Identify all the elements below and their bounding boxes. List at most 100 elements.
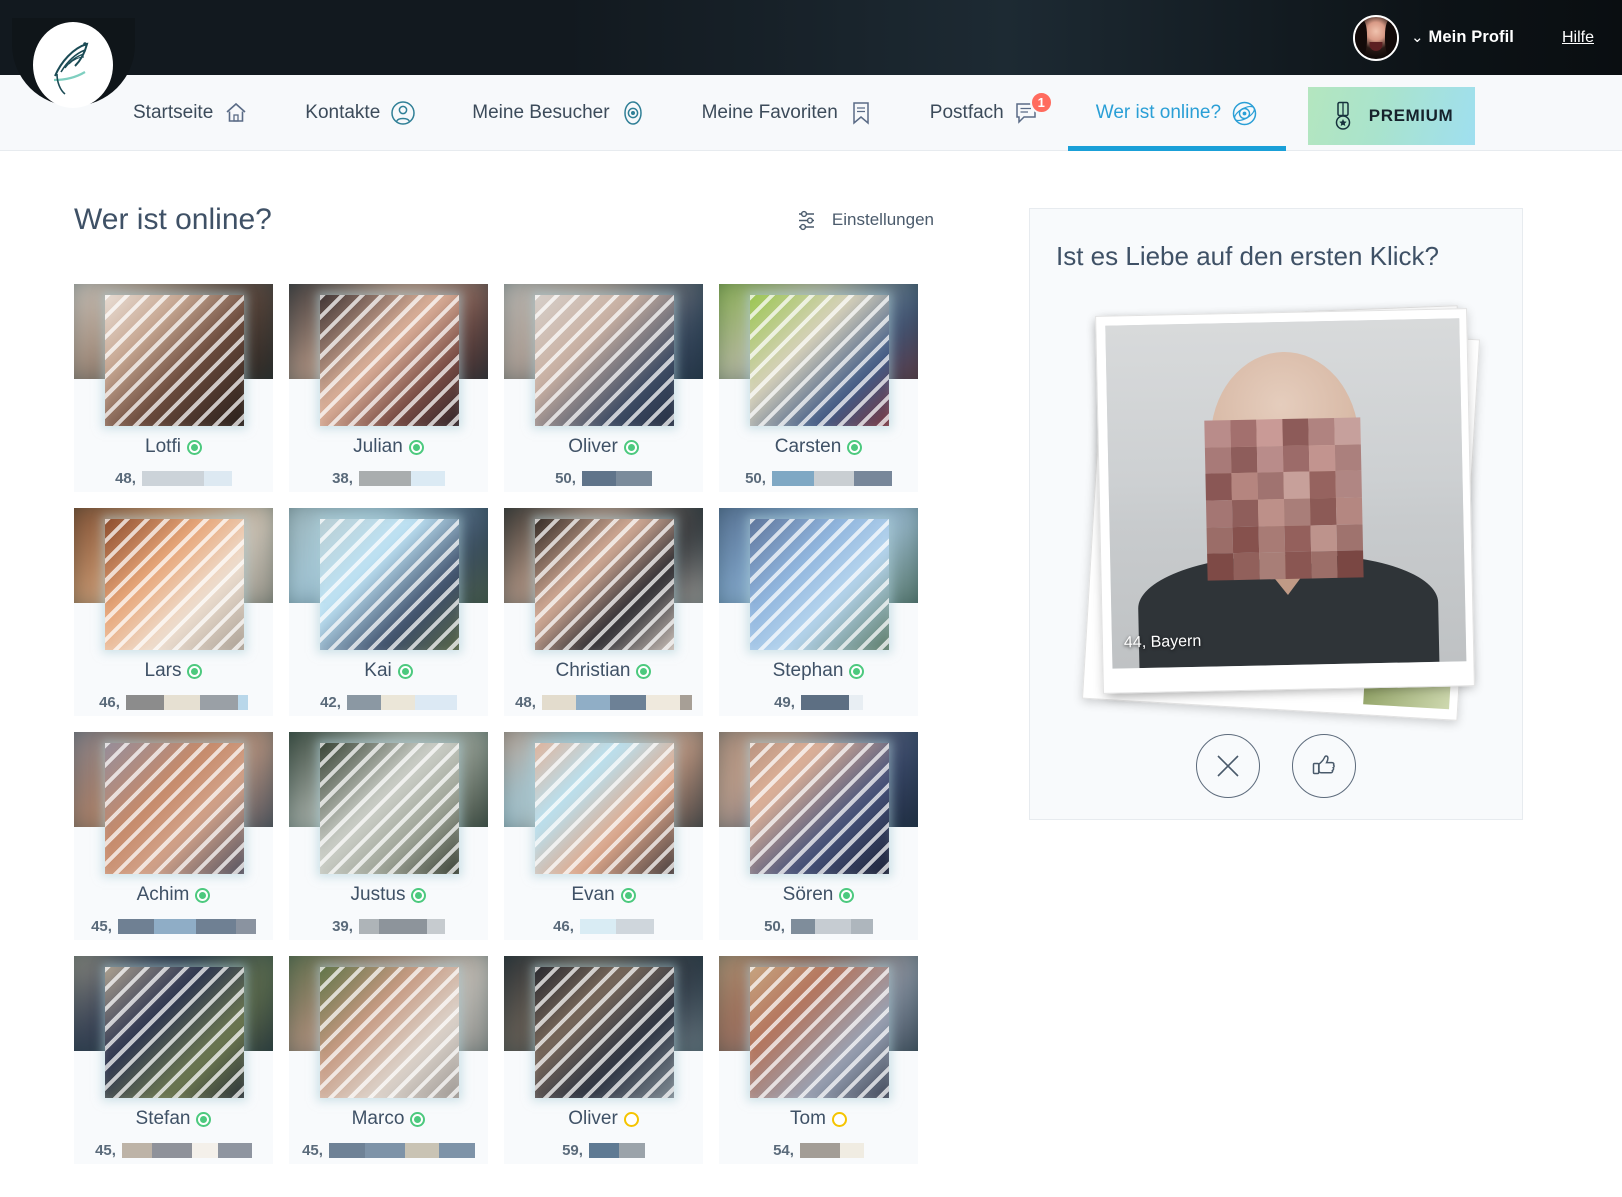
- profile-card[interactable]: Kai 42,: [289, 508, 488, 716]
- nav-item-postfach[interactable]: Postfach 1: [902, 75, 1068, 151]
- profile-thumbnail[interactable]: [535, 743, 674, 874]
- pixel-block: [1335, 497, 1363, 525]
- online-profiles-grid: Lotfi 48, Julian 38, Oliver 50, Carsten 50, Lars…: [74, 284, 936, 1164]
- avatar[interactable]: [1352, 14, 1399, 61]
- redaction-block: [848, 695, 863, 710]
- status-online-icon: [410, 1111, 426, 1127]
- redaction-block: [645, 695, 680, 710]
- medal-icon: [1330, 101, 1356, 131]
- profile-thumbnail[interactable]: [320, 519, 459, 650]
- premium-button[interactable]: PREMIUM: [1308, 87, 1475, 145]
- nav-item-kontakte[interactable]: Kontakte: [277, 75, 444, 151]
- redaction-block: [141, 471, 204, 486]
- profile-age: 59,: [562, 1142, 583, 1159]
- nav-item-startseite[interactable]: Startseite: [133, 75, 277, 151]
- profile-card[interactable]: Christian 48,: [504, 508, 703, 716]
- profile-thumbnail[interactable]: [105, 967, 244, 1098]
- status-online-icon: [847, 439, 863, 455]
- profile-card[interactable]: Carsten 50,: [719, 284, 918, 492]
- profile-thumbnail[interactable]: [750, 519, 889, 650]
- redaction-block: [609, 695, 646, 710]
- like-button[interactable]: [1292, 734, 1356, 798]
- profile-name: Christian: [555, 660, 631, 681]
- profile-thumbnail[interactable]: [320, 743, 459, 874]
- profile-meta-row: 45,: [74, 918, 273, 935]
- profile-location-redacted: [771, 471, 892, 486]
- profile-card[interactable]: Tom 54,: [719, 956, 918, 1164]
- profile-meta-row: 39,: [289, 918, 488, 935]
- nav-item-meine-besucher[interactable]: Meine Besucher: [444, 75, 673, 151]
- nav-item-wer-ist-online[interactable]: Wer ist online?: [1067, 75, 1287, 151]
- page-root: ⌄ Mein Profil Hilfe Startseite Kontakte …: [0, 0, 1622, 1197]
- profile-meta-row: 50,: [504, 470, 703, 487]
- profile-thumbnail[interactable]: [320, 295, 459, 426]
- chevron-down-icon[interactable]: ⌄: [1411, 30, 1424, 45]
- profile-card[interactable]: Oliver 59,: [504, 956, 703, 1164]
- redaction-block: [541, 695, 576, 710]
- pixel-block: [1256, 419, 1283, 447]
- profile-meta-row: 50,: [719, 918, 918, 935]
- reject-button[interactable]: [1196, 734, 1260, 798]
- status-online-icon: [187, 663, 203, 679]
- profile-card[interactable]: Marco 45,: [289, 956, 488, 1164]
- profile-card[interactable]: Oliver 50,: [504, 284, 703, 492]
- profile-location-redacted: [800, 695, 863, 710]
- main-navigation: Startseite Kontakte Meine Besucher Meine…: [0, 75, 1622, 151]
- settings-button[interactable]: Einstellungen: [796, 208, 934, 233]
- profile-location-redacted: [346, 695, 457, 710]
- profile-name: Carsten: [774, 436, 842, 457]
- redaction-block: [235, 919, 256, 934]
- redaction-block: [426, 919, 445, 934]
- profile-card[interactable]: Lotfi 48,: [74, 284, 273, 492]
- profile-card[interactable]: Achim 45,: [74, 732, 273, 940]
- profile-name: Kai: [364, 660, 392, 681]
- redaction-block: [163, 695, 200, 710]
- profile-thumbnail[interactable]: [535, 967, 674, 1098]
- photo-stack-card-front[interactable]: 44, Bayern: [1095, 308, 1475, 694]
- profile-card[interactable]: Evan 46,: [504, 732, 703, 940]
- redaction-block: [839, 1143, 864, 1158]
- profile-card[interactable]: Lars 46,: [74, 508, 273, 716]
- site-logo[interactable]: [33, 22, 113, 108]
- profile-card[interactable]: Sören 50,: [719, 732, 918, 940]
- my-profile-link[interactable]: Mein Profil: [1429, 28, 1514, 47]
- profile-meta-row: 45,: [289, 1142, 488, 1159]
- profile-thumbnail[interactable]: [750, 967, 889, 1098]
- profile-thumbnail[interactable]: [750, 295, 889, 426]
- help-link[interactable]: Hilfe: [1562, 29, 1594, 47]
- redaction-block: [799, 1143, 840, 1158]
- privacy-stripe-overlay: [105, 967, 244, 1098]
- nav-item-meine-favoriten[interactable]: Meine Favoriten: [674, 75, 902, 151]
- profile-name: Stephan: [772, 660, 844, 681]
- privacy-stripe-overlay: [320, 519, 459, 650]
- profile-card[interactable]: Stephan 49,: [719, 508, 918, 716]
- profile-thumbnail[interactable]: [105, 295, 244, 426]
- profile-thumbnail[interactable]: [535, 295, 674, 426]
- profile-location-redacted: [117, 919, 256, 934]
- settings-label: Einstellungen: [831, 210, 934, 229]
- profile-thumbnail[interactable]: [105, 743, 244, 874]
- profile-location-redacted: [588, 1143, 645, 1158]
- profile-name-row: Marco: [289, 1108, 488, 1130]
- profile-thumbnail[interactable]: [320, 967, 459, 1098]
- profile-thumbnail[interactable]: [750, 743, 889, 874]
- pixel-block: [1283, 471, 1310, 500]
- privacy-stripe-overlay: [535, 295, 674, 426]
- status-online-icon: [849, 663, 865, 679]
- profile-age: 48,: [515, 694, 536, 711]
- photo-stack[interactable]: 44, Bayern: [1082, 304, 1485, 724]
- profile-location-redacted: [581, 471, 652, 486]
- profile-card[interactable]: Stefan 45,: [74, 956, 273, 1164]
- redaction-block: [364, 1143, 405, 1158]
- profile-thumbnail[interactable]: [105, 519, 244, 650]
- profile-card[interactable]: Justus 39,: [289, 732, 488, 940]
- redaction-block: [790, 919, 815, 934]
- sliders-icon: [796, 208, 821, 233]
- profile-meta-row: 46,: [504, 918, 703, 935]
- profile-location-redacted: [328, 1143, 475, 1158]
- status-online-icon: [623, 439, 639, 455]
- redaction-block: [404, 1143, 439, 1158]
- profile-thumbnail[interactable]: [535, 519, 674, 650]
- profile-card[interactable]: Julian 38,: [289, 284, 488, 492]
- pixel-block: [1230, 419, 1257, 447]
